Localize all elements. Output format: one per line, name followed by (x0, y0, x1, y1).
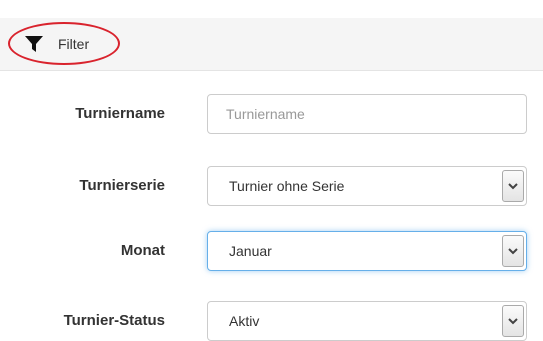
funnel-icon (24, 34, 44, 54)
status-select[interactable]: Aktiv (207, 301, 527, 341)
status-row: Turnier-Status Aktiv (0, 301, 543, 341)
filter-bar: Filter (0, 18, 543, 71)
monat-label: Monat (120, 242, 165, 259)
filter-label: Filter (58, 36, 90, 52)
chevron-down-icon[interactable] (502, 305, 524, 337)
turnierserie-value: Turnier ohne Serie (229, 178, 345, 194)
turnierserie-select[interactable]: Turnier ohne Serie (207, 166, 527, 206)
status-label: Turnier-Status (63, 312, 165, 329)
monat-value: Januar (229, 243, 272, 259)
turniername-row: Turniername (0, 94, 543, 134)
turniername-input[interactable] (207, 94, 527, 134)
chevron-down-icon[interactable] (502, 170, 524, 202)
turniername-label: Turniername (75, 105, 165, 122)
status-value: Aktiv (229, 313, 260, 329)
filter-toggle-button[interactable]: Filter (24, 29, 89, 59)
monat-select[interactable]: Januar (207, 231, 527, 271)
monat-row: Monat Januar (0, 231, 543, 271)
turnierserie-label: Turnierserie (79, 177, 165, 194)
chevron-down-icon[interactable] (502, 235, 524, 267)
turnierserie-row: Turnierserie Turnier ohne Serie (0, 166, 543, 206)
